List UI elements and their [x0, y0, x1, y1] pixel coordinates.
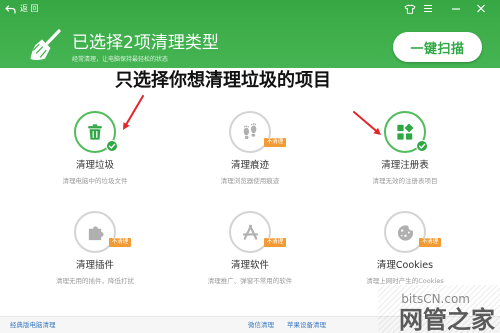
item-icon-circle[interactable]: 不清理: [384, 211, 441, 253]
item-label: 清理痕迹: [230, 160, 269, 171]
not-cleaning-badge: 不清理: [264, 238, 286, 247]
clean-item-registry[interactable]: 清理注册表 清理无效的注册表项目: [330, 111, 480, 186]
not-cleaning-badge: 不清理: [109, 238, 131, 247]
checkmark-icon: [416, 140, 428, 152]
skin-icon[interactable]: [403, 3, 417, 14]
item-label: 清理注册表: [381, 160, 429, 171]
back-label: 返 回: [20, 4, 39, 13]
page-title: 已选择2项清理类型: [72, 33, 219, 53]
item-icon-circle[interactable]: 不清理: [229, 111, 286, 153]
one-click-scan-button[interactable]: 一键扫描: [393, 32, 482, 62]
item-label: 清理垃圾: [75, 160, 114, 171]
watermark-name: 网管之家: [399, 306, 495, 333]
checkmark-icon: [106, 140, 118, 152]
app-icon: [242, 224, 258, 240]
item-label: 清理插件: [75, 260, 114, 271]
item-label: 清理Cookies: [376, 260, 434, 271]
menu-icon[interactable]: [421, 3, 435, 14]
item-icon-circle[interactable]: 不清理: [229, 211, 286, 253]
trash-icon: [88, 124, 102, 140]
item-description: 清理无效的注册表项目: [372, 177, 438, 185]
puzzle-icon: [88, 225, 104, 240]
watermark-site: bitsCN.com: [401, 292, 470, 306]
item-icon-circle[interactable]: [384, 111, 428, 153]
clean-item-cookies[interactable]: 不清理 清理Cookies 清理上网时产生的Cookies: [330, 211, 480, 286]
broom-icon: [30, 29, 61, 61]
tutorial-annotation: 只选择你想清理垃圾的项目: [115, 70, 331, 91]
clean-item-junk[interactable]: 清理垃圾 清理电脑中的垃圾文件: [20, 111, 170, 186]
apple-device-cleanup-link[interactable]: 苹果设备清理: [287, 317, 326, 333]
footprints-icon: [243, 123, 257, 139]
wechat-cleanup-link[interactable]: 微信清理: [248, 317, 274, 333]
header-bar: 返 回 已选择2项清理类型 经常清理，让电脑保持最轻松的状态 一键扫描: [0, 0, 500, 68]
item-description: 清理电脑中的垃圾文件: [62, 177, 128, 185]
item-description: 清理推广、弹窗不常用的软件: [207, 277, 293, 285]
registry-icon: [397, 123, 414, 140]
item-label: 清理软件: [230, 260, 269, 271]
item-description: 清理浏览器使用痕迹: [220, 177, 280, 185]
clean-item-plugins[interactable]: 不清理 清理插件 清理无用的插件，降低打扰: [20, 211, 170, 286]
item-description: 清理无用的插件，降低打扰: [56, 277, 134, 285]
minimize-icon[interactable]: [449, 3, 463, 14]
not-cleaning-badge: 不清理: [419, 238, 441, 247]
back-arrow-icon: [5, 4, 16, 14]
item-icon-circle[interactable]: 不清理: [74, 211, 131, 253]
page-subtitle: 经常清理，让电脑保持最轻松的状态: [72, 56, 169, 63]
clean-item-software[interactable]: 不清理 清理软件 清理推广、弹窗不常用的软件: [175, 211, 325, 286]
close-icon[interactable]: [474, 3, 488, 14]
back-button[interactable]: 返 回: [5, 2, 39, 16]
not-cleaning-badge: 不清理: [264, 138, 286, 147]
item-icon-circle[interactable]: [74, 111, 118, 153]
classic-cleanup-link[interactable]: 经典版电脑清理: [10, 317, 56, 333]
cookie-icon: [397, 222, 415, 241]
clean-item-traces[interactable]: 不清理 清理痕迹 清理浏览器使用痕迹: [175, 111, 325, 186]
